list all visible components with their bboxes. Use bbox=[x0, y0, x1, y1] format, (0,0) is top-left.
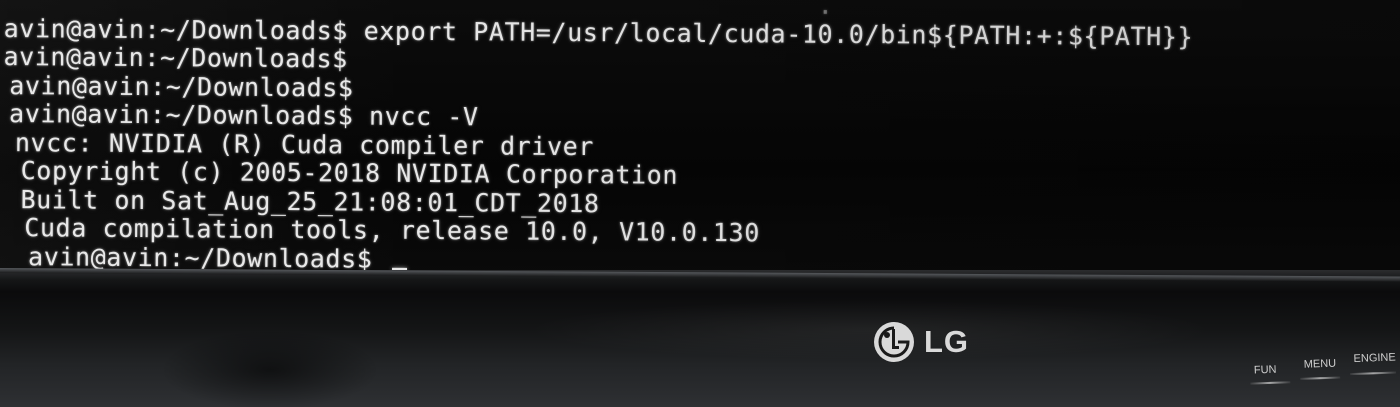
brand-logo-text: LG bbox=[924, 324, 970, 359]
bezel-glare bbox=[520, 300, 1220, 360]
menu-button[interactable] bbox=[1300, 376, 1341, 380]
engine-button-label[interactable]: ENGINE bbox=[1353, 352, 1396, 365]
terminal-output: . avin@avin:~/Downloads$ export PATH=/us… bbox=[0, 0, 1400, 281]
fun-button-label[interactable]: FUN bbox=[1254, 364, 1277, 377]
fun-button[interactable] bbox=[1250, 381, 1291, 385]
monitor-screen: . avin@avin:~/Downloads$ export PATH=/us… bbox=[0, 0, 1400, 282]
bezel-reflection bbox=[160, 330, 380, 407]
lg-logo: LG bbox=[872, 320, 969, 364]
monitor-photo: . avin@avin:~/Downloads$ export PATH=/us… bbox=[0, 0, 1400, 407]
menu-button-label[interactable]: MENU bbox=[1304, 358, 1337, 371]
monitor-button-strip: FUN MENU ENGINE bbox=[1249, 349, 1400, 394]
lg-face-icon bbox=[874, 322, 914, 362]
engine-button[interactable] bbox=[1350, 371, 1397, 376]
